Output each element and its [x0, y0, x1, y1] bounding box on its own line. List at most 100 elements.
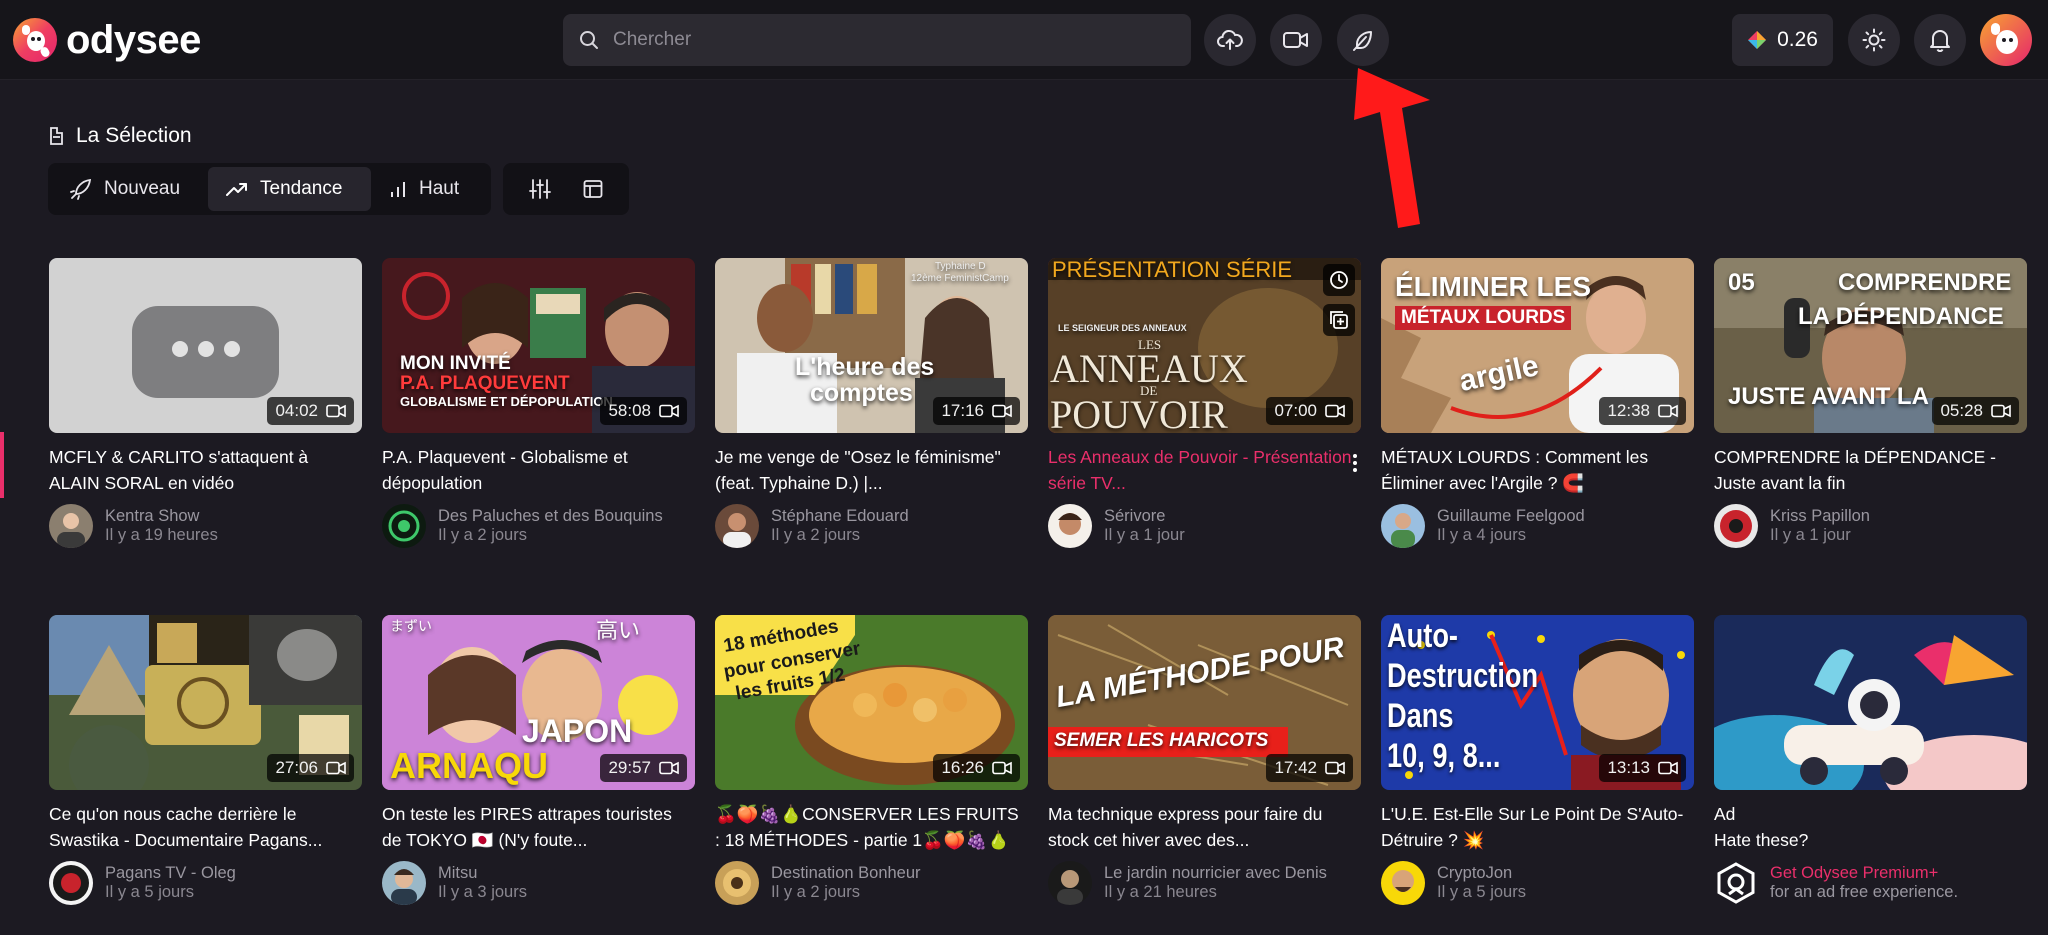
channel-name[interactable]: Guillaume Feelgood [1437, 507, 1585, 526]
video-icon [1325, 761, 1345, 775]
video-card[interactable]: まずい 高い JAPON ARNAQU 29:57 On teste les P… [382, 615, 695, 905]
video-card[interactable]: MON INVITÉ P.A. PLAQUEVENT GLOBALISME ET… [382, 258, 695, 548]
selection-icon [50, 127, 63, 145]
ad-card[interactable]: Ad Hate these? Get Odysee Premium+ for a… [1714, 615, 2027, 905]
thumb-caption: COMPRENDRE [1838, 269, 2012, 296]
video-icon [659, 761, 679, 775]
channel-avatar[interactable] [1048, 504, 1092, 548]
video-icon [659, 404, 679, 418]
video-thumbnail[interactable]: 18 méthodes pour conserver les fruits 1/… [715, 615, 1028, 790]
channel-avatar[interactable] [1714, 504, 1758, 548]
duration-text: 04:02 [275, 401, 318, 420]
section-title: La Sélection [76, 124, 192, 147]
video-thumbnail[interactable]: PRÉSENTATION SÉRIE LE SEIGNEUR DES ANNEA… [1048, 258, 1361, 433]
channel-name[interactable]: Pagans TV - Oleg [105, 864, 236, 883]
channel-avatar[interactable] [49, 861, 93, 905]
filter-sliders-icon[interactable] [529, 179, 551, 199]
video-title[interactable]: 🍒🍑🍇🍐CONSERVER LES FRUITS : 18 MÉTHODES -… [715, 801, 1028, 853]
video-title[interactable]: L'U.E. Est-Elle Sur Le Point De S'Auto-D… [1381, 801, 1694, 853]
layout-icon[interactable] [583, 179, 603, 199]
theme-toggle-button[interactable] [1848, 14, 1900, 66]
upload-time: Il y a 21 heures [1104, 883, 1217, 901]
channel-avatar[interactable] [1048, 861, 1092, 905]
channel-info: Kriss Papillon Il y a 1 jour [1714, 504, 2027, 548]
video-thumbnail[interactable]: Auto- Destruction Dans 10, 9, 8... 13:13 [1381, 615, 1694, 790]
video-title[interactable]: Ma technique express pour faire du stock… [1048, 801, 1361, 853]
channel-name[interactable]: Des Paluches et des Bouquins [438, 507, 663, 526]
channel-name[interactable]: Kentra Show [105, 507, 218, 526]
search-input[interactable] [613, 29, 1153, 51]
thumb-caption: 高い [596, 618, 641, 643]
video-duration: 05:28 [1932, 397, 2019, 425]
channel-name[interactable]: Stéphane Edouard [771, 507, 909, 526]
notifications-button[interactable] [1914, 14, 1966, 66]
channel-avatar[interactable] [1381, 504, 1425, 548]
channel-avatar[interactable] [382, 504, 426, 548]
upload-button[interactable] [1204, 14, 1256, 66]
tab-tendance[interactable]: Tendance [208, 167, 371, 211]
video-card[interactable]: 04:02 MCFLY & CARLITO s'attaquent à ALAI… [49, 258, 362, 548]
video-thumbnail[interactable]: 05 COMPRENDRE LA DÉPENDANCE JUSTE AVANT … [1714, 258, 2027, 433]
channel-name[interactable]: Destination Bonheur [771, 864, 921, 883]
channel-name[interactable]: Mitsu [438, 864, 527, 883]
channel-avatar[interactable] [715, 504, 759, 548]
video-title[interactable]: MÉTAUX LOURDS : Comment les Éliminer ave… [1381, 444, 1694, 496]
video-card[interactable]: 27:06 Ce qu'on nous cache derrière le Sw… [49, 615, 362, 905]
channel-name[interactable]: CryptoJon [1437, 864, 1526, 883]
tab-haut[interactable]: Haut [371, 167, 487, 211]
user-avatar[interactable] [1980, 14, 2032, 66]
video-thumbnail[interactable]: ÉLIMINER LES MÉTAUX LOURDS argile 12:38 [1381, 258, 1694, 433]
video-thumbnail[interactable]: LA MÉTHODE POUR SEMER LES HARICOTS 17:42 [1048, 615, 1361, 790]
lbc-credits-icon [1748, 31, 1767, 49]
duration-text: 12:38 [1607, 401, 1650, 420]
go-live-button[interactable] [1270, 14, 1322, 66]
video-title[interactable]: Ce qu'on nous cache derrière le Swastika… [49, 801, 362, 853]
thumb-caption: 05 [1728, 269, 1755, 296]
odysee-logo[interactable]: odysee [12, 16, 201, 64]
thumb-caption: P.A. PLAQUEVENT [400, 373, 570, 394]
thumb-caption: MON INVITÉ [400, 353, 511, 374]
video-card[interactable]: PRÉSENTATION SÉRIE LE SEIGNEUR DES ANNEA… [1048, 258, 1361, 548]
channel-avatar[interactable] [382, 861, 426, 905]
watch-later-button[interactable] [1323, 264, 1355, 296]
channel-info: Pagans TV - Oleg Il y a 5 jours [49, 861, 362, 905]
video-thumbnail[interactable]: 27:06 [49, 615, 362, 790]
feather-icon [1353, 31, 1372, 51]
video-title[interactable]: MCFLY & CARLITO s'attaquent à ALAIN SORA… [49, 444, 362, 496]
post-button[interactable] [1337, 14, 1389, 66]
video-thumbnail[interactable]: 04:02 [49, 258, 362, 433]
video-thumbnail[interactable]: MON INVITÉ P.A. PLAQUEVENT GLOBALISME ET… [382, 258, 695, 433]
upload-time: Il y a 5 jours [1437, 883, 1526, 901]
channel-avatar[interactable] [715, 861, 759, 905]
search-bar[interactable] [563, 14, 1191, 66]
video-title[interactable]: Les Anneaux de Pouvoir - Présentation sé… [1048, 444, 1361, 496]
video-thumbnail[interactable]: Typhaine D 12ème FeministCamp L'heure de… [715, 258, 1028, 433]
ad-thumbnail[interactable] [1714, 615, 2027, 790]
video-card[interactable]: 18 méthodes pour conserver les fruits 1/… [715, 615, 1028, 905]
video-card[interactable]: Auto- Destruction Dans 10, 9, 8... 13:13… [1381, 615, 1694, 905]
video-card[interactable]: ÉLIMINER LES MÉTAUX LOURDS argile 12:38 … [1381, 258, 1694, 548]
more-options-button[interactable] [1345, 448, 1365, 478]
video-card[interactable]: Typhaine D 12ème FeministCamp L'heure de… [715, 258, 1028, 548]
video-icon [326, 404, 346, 418]
channel-name[interactable]: Kriss Papillon [1770, 507, 1870, 526]
video-thumbnail[interactable]: まずい 高い JAPON ARNAQU 29:57 [382, 615, 695, 790]
add-to-playlist-button[interactable] [1323, 304, 1355, 336]
video-title[interactable]: COMPRENDRE la DÉPENDANCE - Juste avant l… [1714, 444, 2027, 496]
upload-time: Il y a 5 jours [105, 883, 194, 901]
channel-avatar[interactable] [49, 504, 93, 548]
tab-nouveau[interactable]: Nouveau [52, 167, 208, 211]
upload-time: Il y a 2 jours [771, 526, 860, 544]
video-title[interactable]: P.A. Plaquevent - Globalisme et dépopula… [382, 444, 695, 496]
channel-name[interactable]: Le jardin nourricier avec Denis [1104, 864, 1327, 883]
channel-avatar[interactable] [1381, 861, 1425, 905]
video-title[interactable]: Je me venge de "Osez le féminisme" (feat… [715, 444, 1028, 496]
channel-name[interactable]: Sérivore [1104, 507, 1185, 526]
wallet-balance[interactable]: 0.26 [1732, 14, 1833, 66]
video-card[interactable]: LA MÉTHODE POUR SEMER LES HARICOTS 17:42… [1048, 615, 1361, 905]
video-card[interactable]: 05 COMPRENDRE LA DÉPENDANCE JUSTE AVANT … [1714, 258, 2027, 548]
upload-time: Il y a 2 jours [438, 526, 527, 544]
video-title[interactable]: On teste les PIRES attrapes touristes de… [382, 801, 695, 853]
tab-label: Haut [419, 178, 460, 199]
premium-link[interactable]: Get Odysee Premium+ [1770, 864, 1958, 883]
